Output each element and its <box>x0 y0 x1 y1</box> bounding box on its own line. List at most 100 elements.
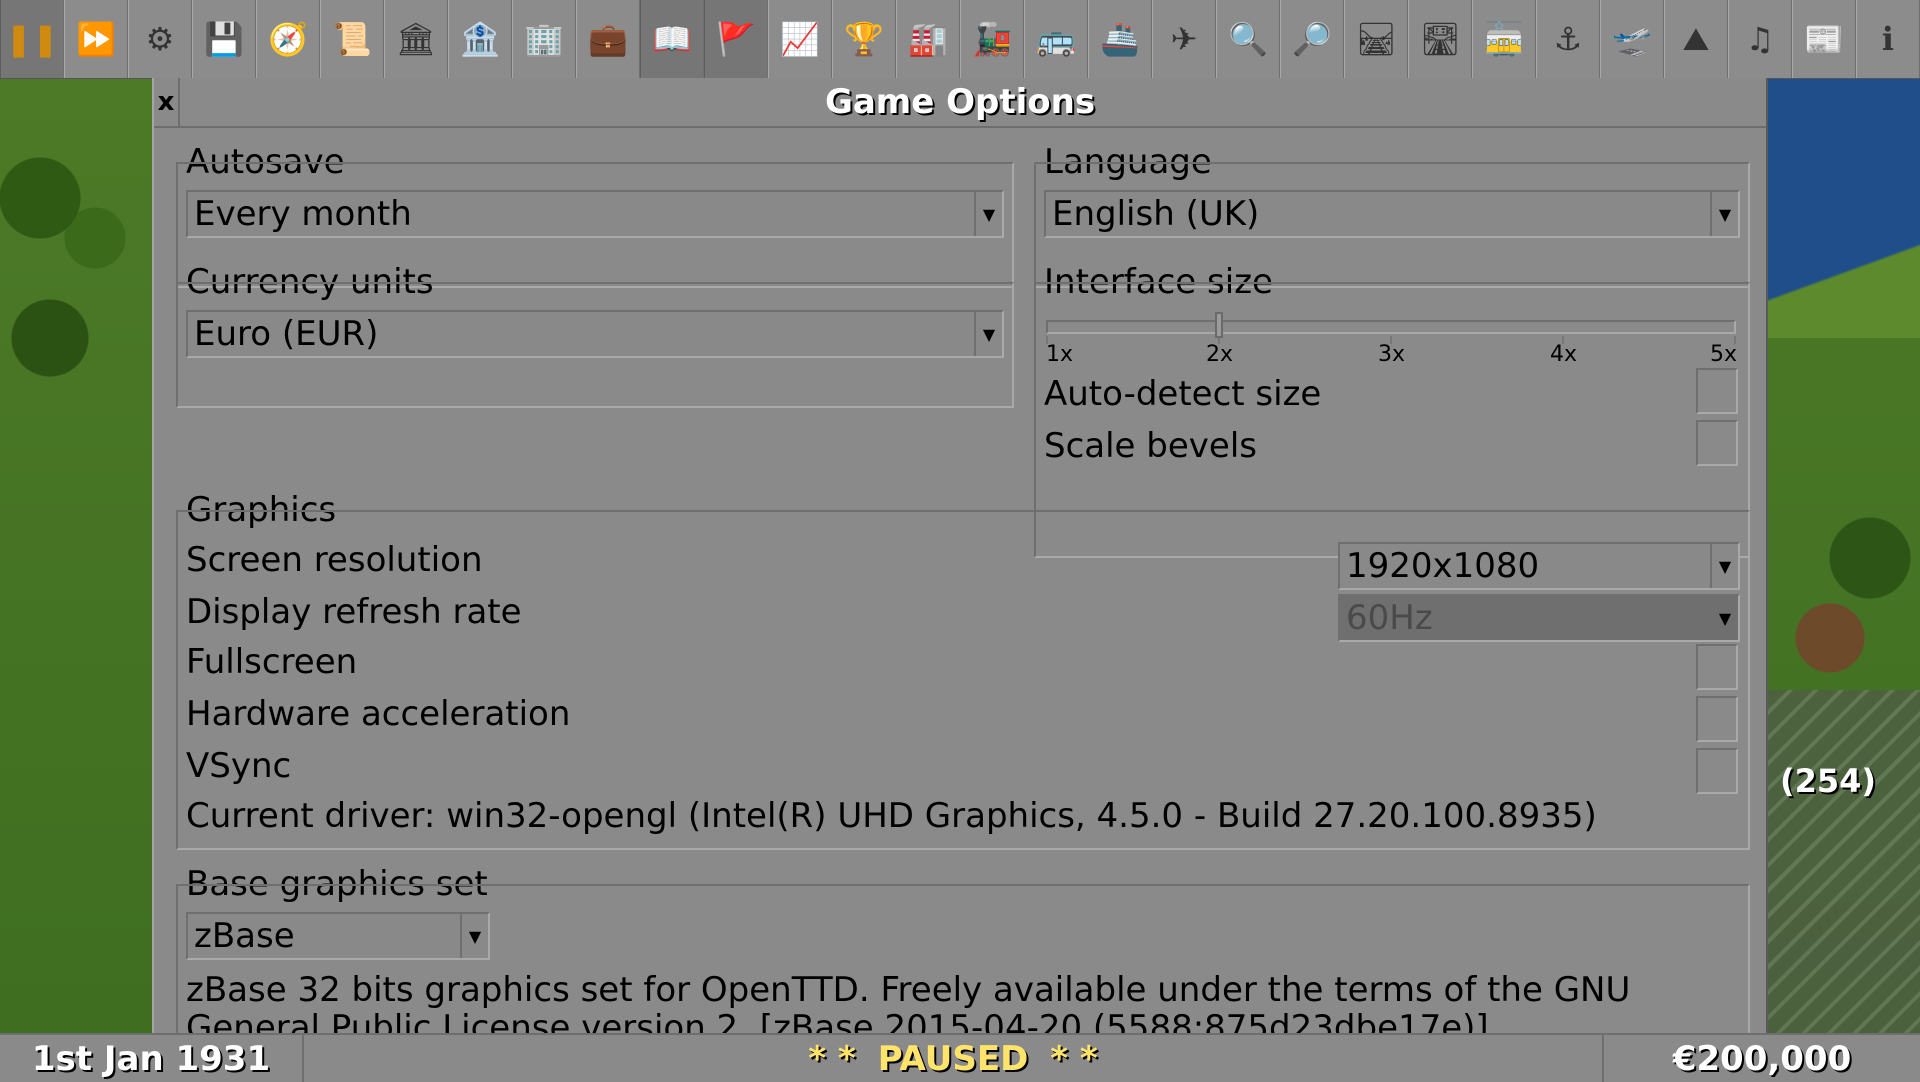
currency-dropdown[interactable]: Euro (EUR) ▼ <box>186 310 1004 358</box>
tram-construction-icon: 🚋 <box>1484 20 1524 58</box>
auto-detect-size-checkbox[interactable] <box>1696 368 1738 414</box>
stations-button[interactable]: 🏛 <box>384 0 448 78</box>
language-dropdown[interactable]: English (UK) ▼ <box>1044 190 1740 238</box>
zoom-out-icon: 🔎 <box>1292 20 1332 58</box>
scale-label-3x: 3x <box>1378 342 1406 367</box>
town-area[interactable] <box>1768 690 1920 1033</box>
story-book-icon: 📖 <box>652 20 692 58</box>
current-driver-text: Current driver: win32-opengl (Intel(R) U… <box>186 796 1597 836</box>
refresh-rate-label: Display refresh rate <box>186 592 522 632</box>
music-icon: ♫ <box>1745 20 1775 58</box>
briefcase-icon: 💼 <box>588 20 628 58</box>
fullscreen-checkbox[interactable] <box>1696 644 1738 690</box>
hardware-acceleration-checkbox[interactable] <box>1696 696 1738 742</box>
scale-bevels-label: Scale bevels <box>1044 426 1257 466</box>
goals-flag-icon: 🚩 <box>716 20 756 58</box>
story-book-button[interactable]: 📖 <box>640 0 704 78</box>
status-bar: 1st Jan 1931 * * PAUSED * * €200,000 <box>0 1033 1920 1082</box>
scale-label-2x: 2x <box>1206 342 1234 367</box>
league-icon: 🏆 <box>844 20 884 58</box>
aircraft-button[interactable]: ✈ <box>1152 0 1216 78</box>
screen-resolution-value: 1920x1080 <box>1346 546 1540 586</box>
trains-button[interactable]: 🚂 <box>960 0 1024 78</box>
screen-resolution-dropdown[interactable]: 1920x1080 ▼ <box>1338 542 1740 590</box>
news-icon: 📰 <box>1804 20 1844 58</box>
aircraft-icon: ✈ <box>1170 20 1198 58</box>
autosave-dropdown[interactable]: Every month ▼ <box>186 190 1004 238</box>
landscaping-icon: ⛰ <box>1682 19 1710 58</box>
music-button[interactable]: ♫ <box>1728 0 1792 78</box>
industries-icon: 🏭 <box>908 20 948 58</box>
company-money[interactable]: €200,000 <box>1604 1035 1920 1082</box>
goals-flag-button[interactable]: 🚩 <box>704 0 768 78</box>
airports-icon: 🛫 <box>1612 20 1652 58</box>
road-vehicles-button[interactable]: 🚌 <box>1024 0 1088 78</box>
base-graphics-description-line1: zBase 32 bits graphics set for OpenTTD. … <box>186 970 1631 1010</box>
save-button[interactable]: 💾 <box>192 0 256 78</box>
ships-button[interactable]: 🚢 <box>1088 0 1152 78</box>
road-construction-icon: 🛣 <box>1419 20 1461 58</box>
save-icon: 💾 <box>204 20 244 58</box>
fast-forward-icon: ⏩ <box>76 20 116 58</box>
news-ticker[interactable]: * * PAUSED * * <box>304 1035 1604 1082</box>
window-titlebar[interactable]: x Game Options <box>154 78 1766 128</box>
compass-button[interactable]: 🧭 <box>256 0 320 78</box>
language-value: English (UK) <box>1052 194 1260 234</box>
pause-button[interactable]: ❚❚ <box>0 0 64 78</box>
zoom-out-button[interactable]: 🔎 <box>1280 0 1344 78</box>
scale-label-4x: 4x <box>1550 342 1578 367</box>
companies-button[interactable]: 🏢 <box>512 0 576 78</box>
landscaping-button[interactable]: ⛰ <box>1664 0 1728 78</box>
chevron-down-icon: ▼ <box>460 914 488 958</box>
news-button[interactable]: 📰 <box>1792 0 1856 78</box>
fast-forward-button[interactable]: ⏩ <box>64 0 128 78</box>
subsidies-button[interactable]: 📜 <box>320 0 384 78</box>
currency-value: Euro (EUR) <box>194 314 379 354</box>
refresh-rate-dropdown[interactable]: 60Hz ▼ <box>1338 594 1740 642</box>
sea-area[interactable] <box>1768 78 1920 338</box>
info-button[interactable]: ℹ <box>1856 0 1920 78</box>
window-title: Game Options <box>824 82 1096 122</box>
screen-resolution-label: Screen resolution <box>186 540 483 580</box>
scale-bevels-checkbox[interactable] <box>1696 420 1738 466</box>
graphs-button[interactable]: 📈 <box>768 0 832 78</box>
trains-icon: 🚂 <box>972 20 1012 58</box>
airports-button[interactable]: 🛫 <box>1600 0 1664 78</box>
fullscreen-label: Fullscreen <box>186 642 358 682</box>
town-population-label[interactable]: (254) <box>1780 762 1876 800</box>
subsidies-icon: 📜 <box>332 20 372 58</box>
industries-button[interactable]: 🏭 <box>896 0 960 78</box>
paused-indicator: PAUSED <box>877 1038 1029 1079</box>
chevron-down-icon: ▼ <box>1710 596 1738 640</box>
compass-icon: 🧭 <box>268 20 308 58</box>
vsync-checkbox[interactable] <box>1696 748 1738 794</box>
chevron-down-icon: ▼ <box>1710 192 1738 236</box>
slider-track <box>1046 320 1736 334</box>
paused-stars-right: * * <box>1050 1038 1098 1079</box>
road-vehicles-icon: 🚌 <box>1036 20 1076 58</box>
finances-icon: 🏦 <box>460 20 500 58</box>
info-icon: ℹ <box>1881 20 1895 58</box>
league-button[interactable]: 🏆 <box>832 0 896 78</box>
waterways-button[interactable]: ⚓ <box>1536 0 1600 78</box>
base-graphics-dropdown[interactable]: zBase ▼ <box>186 912 490 960</box>
paused-stars-left: * * <box>808 1038 856 1079</box>
finances-button[interactable]: 🏦 <box>448 0 512 78</box>
briefcase-button[interactable]: 💼 <box>576 0 640 78</box>
rail-construction-icon: 🛤 <box>1355 20 1397 58</box>
graphs-icon: 📈 <box>780 20 820 58</box>
rail-construction-button[interactable]: 🛤 <box>1344 0 1408 78</box>
main-toolbar: ❚❚ ⏩ ⚙ 💾 🧭 📜 🏛 🏦 🏢 💼 📖 🚩 📈 🏆 🏭 🚂 🚌 🚢 ✈ 🔍 🔎 🛤 🛣 🚋 ⚓ 🛫 ⛰ ♫ 📰 ℹ <box>0 0 1920 79</box>
chevron-down-icon: ▼ <box>974 312 1002 356</box>
close-button[interactable]: x <box>154 78 180 126</box>
autosave-value: Every month <box>194 194 412 234</box>
waterways-icon: ⚓ <box>1553 20 1583 58</box>
slider-handle[interactable] <box>1214 312 1223 338</box>
road-construction-button[interactable]: 🛣 <box>1408 0 1472 78</box>
zoom-in-icon: 🔍 <box>1228 20 1268 58</box>
zoom-in-button[interactable]: 🔍 <box>1216 0 1280 78</box>
auto-detect-size-label: Auto-detect size <box>1044 374 1322 414</box>
tram-construction-button[interactable]: 🚋 <box>1472 0 1536 78</box>
settings-button[interactable]: ⚙ <box>128 0 192 78</box>
stations-icon: 🏛 <box>395 20 437 58</box>
